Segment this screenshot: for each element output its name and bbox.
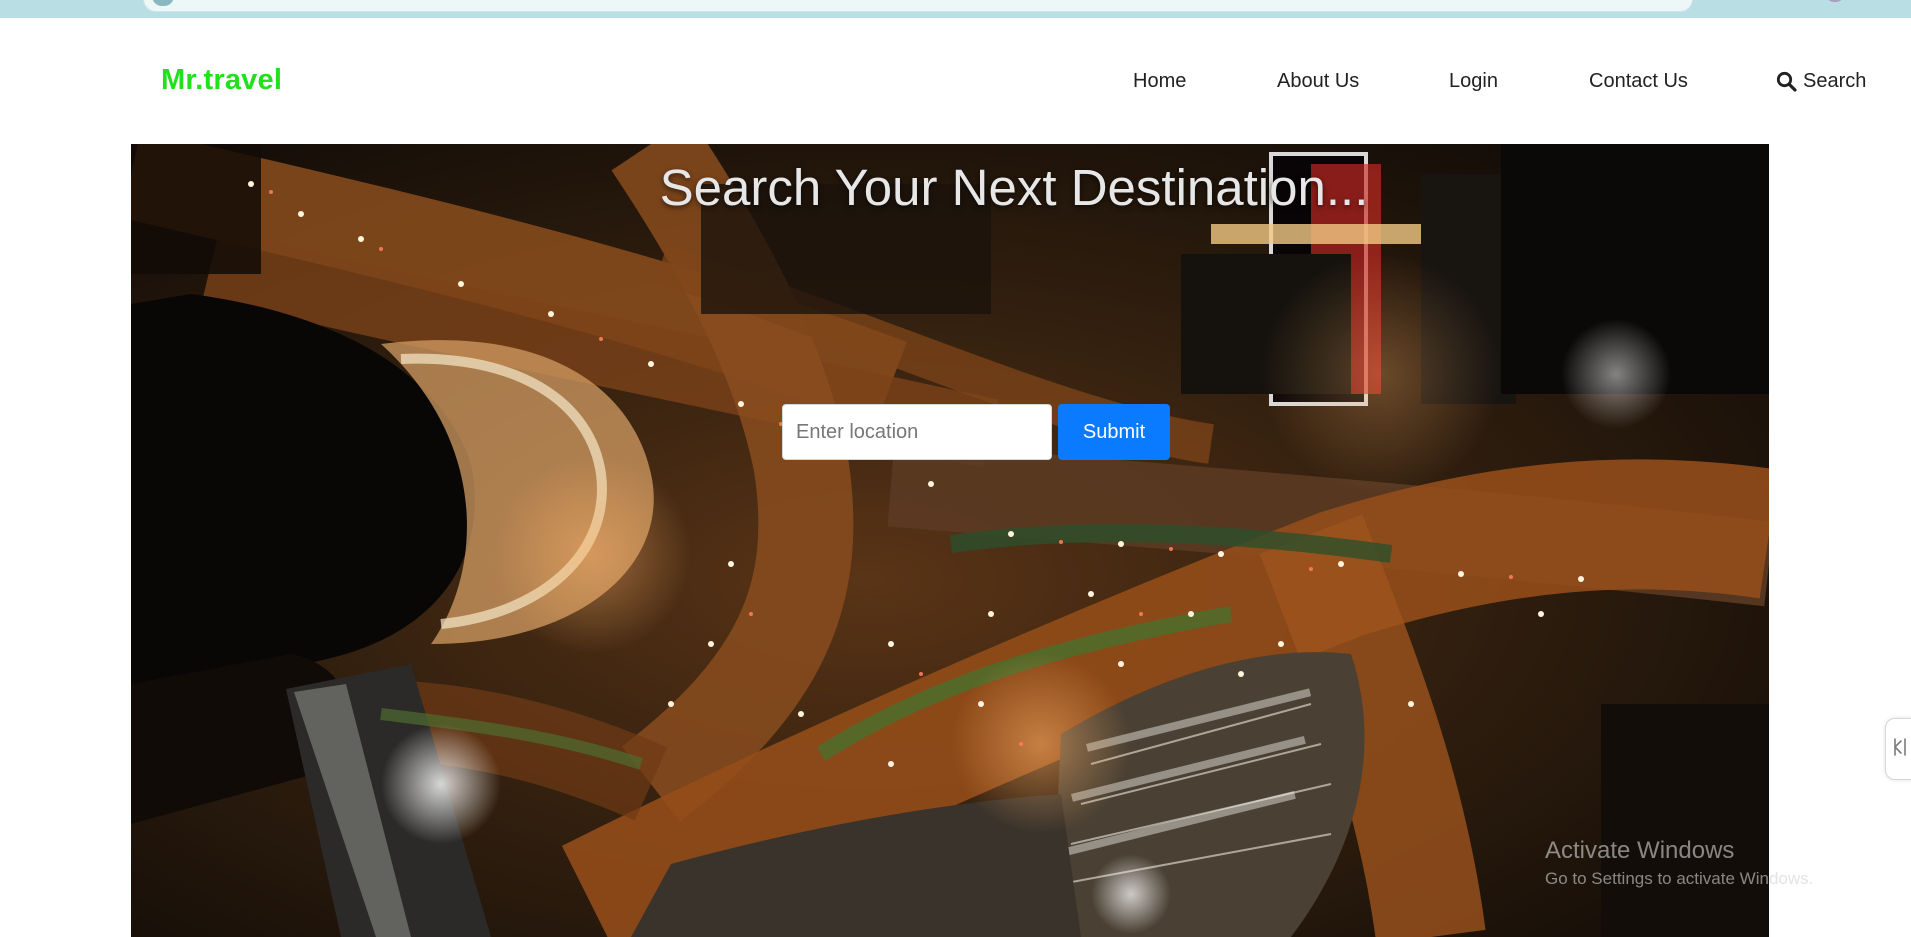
brand-logo[interactable]: Mr.travel: [161, 64, 282, 97]
hero-banner: Search Your Next Destination... Submit: [131, 144, 1769, 937]
nav-link-contact-us[interactable]: Contact Us: [1589, 70, 1688, 93]
search-icon: [1776, 71, 1797, 92]
location-input[interactable]: [782, 404, 1052, 460]
top-navbar: Mr.travel Home About Us Login Contact Us…: [0, 18, 1911, 144]
browser-extension-icon[interactable]: [1826, 0, 1844, 2]
side-panel-handle[interactable]: [1885, 718, 1911, 780]
activation-subtitle: Go to Settings to activate Windows.: [1545, 869, 1814, 888]
windows-activation-watermark: Activate Windows Go to Settings to activ…: [1545, 837, 1813, 891]
nav-link-home[interactable]: Home: [1133, 70, 1186, 93]
browser-address-bar[interactable]: [143, 0, 1693, 12]
nav-link-login[interactable]: Login: [1449, 70, 1498, 93]
browser-chrome-strip: [0, 0, 1911, 19]
submit-button[interactable]: Submit: [1058, 404, 1170, 460]
nav-link-about-us[interactable]: About Us: [1277, 70, 1359, 93]
hero-background-image: [131, 144, 1769, 937]
activation-title: Activate Windows: [1545, 837, 1735, 864]
split-view-icon: [1892, 736, 1908, 763]
nav-search-link[interactable]: Search: [1776, 70, 1866, 93]
hero-title: Search Your Next Destination...: [659, 159, 1369, 216]
destination-search-form: Submit: [782, 404, 1170, 460]
nav-search-label: Search: [1803, 70, 1867, 92]
